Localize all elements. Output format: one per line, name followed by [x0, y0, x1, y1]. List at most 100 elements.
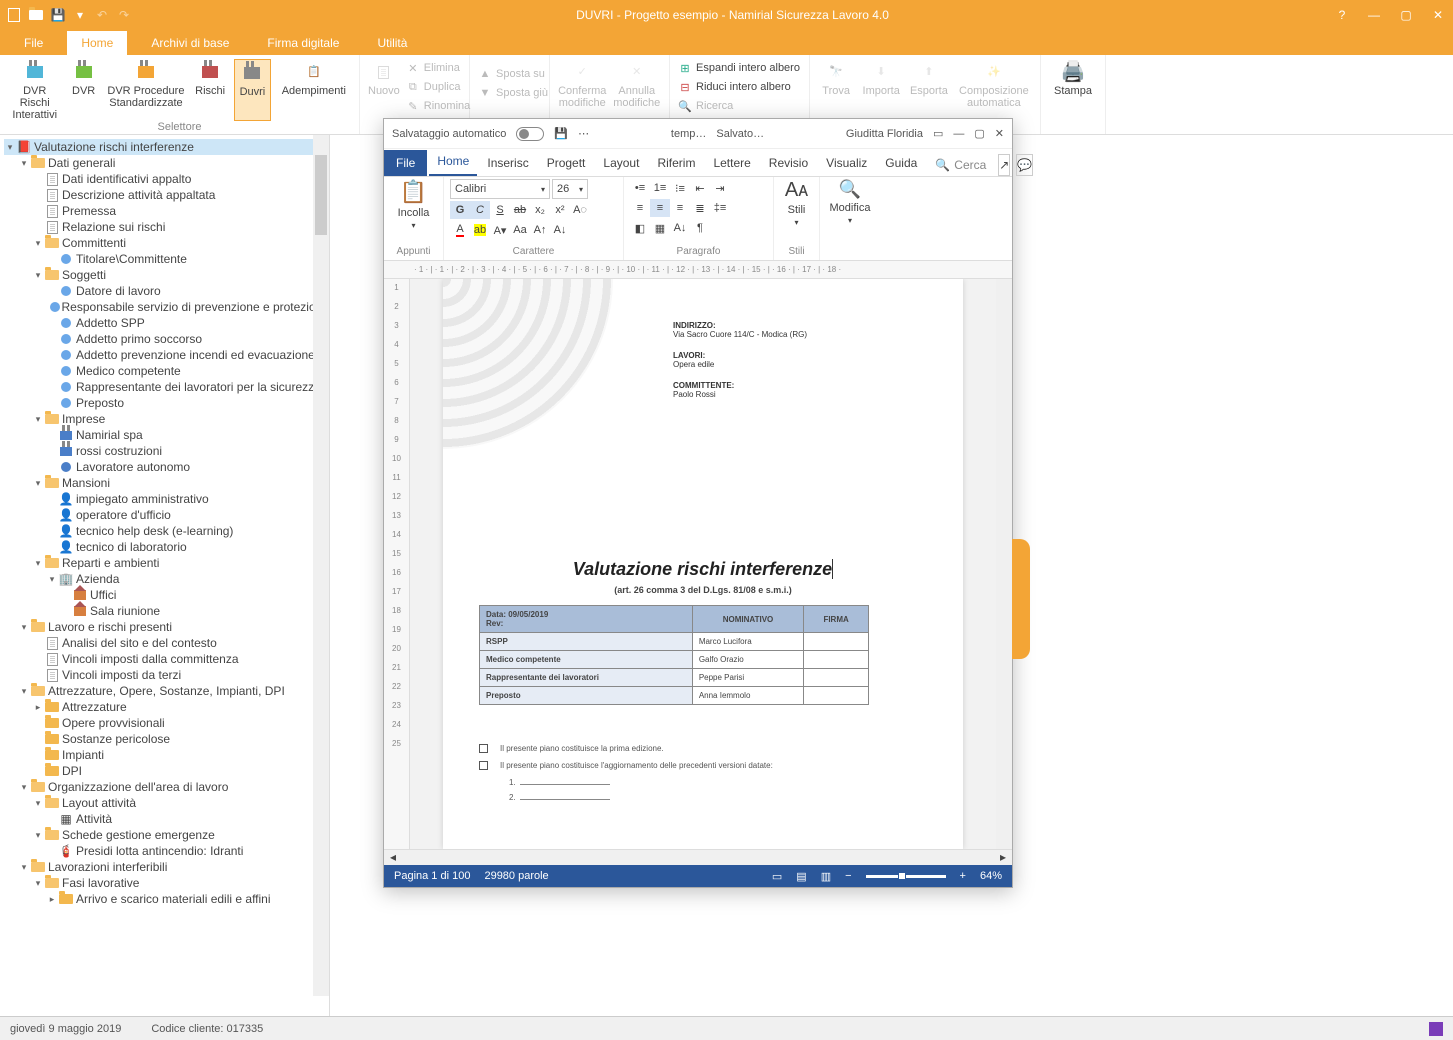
- tree-item[interactable]: Relazione sui rischi: [4, 219, 329, 235]
- show-marks-button[interactable]: ¶: [690, 219, 710, 237]
- bold-button[interactable]: G: [450, 201, 470, 219]
- wtab-file[interactable]: File: [384, 150, 427, 176]
- tree-item[interactable]: Responsabile servizio di prevenzione e p…: [4, 299, 329, 315]
- tree-item[interactable]: Descrizione attività appaltata: [4, 187, 329, 203]
- align-left-button[interactable]: ≡: [630, 199, 650, 217]
- word-save-icon[interactable]: 💾: [554, 127, 568, 140]
- tree-item[interactable]: Medico competente: [4, 363, 329, 379]
- tree-imprese[interactable]: ▾Imprese: [4, 411, 329, 427]
- wtab-home[interactable]: Home: [429, 148, 477, 176]
- italic-button[interactable]: C: [470, 201, 490, 219]
- tree-item[interactable]: ▸Arrivo e scarico materiali edili e affi…: [4, 891, 329, 907]
- btn-duvri[interactable]: Duvri: [234, 59, 270, 121]
- btn-dvr-rischi-int[interactable]: DVR Rischi Interattivi: [8, 59, 61, 121]
- highlight-button[interactable]: ab: [470, 221, 490, 239]
- tree-item[interactable]: 👤tecnico di laboratorio: [4, 539, 329, 555]
- print-layout-icon[interactable]: ▤: [796, 870, 806, 883]
- tab-firma[interactable]: Firma digitale: [253, 31, 353, 55]
- tree-mansioni[interactable]: ▾Mansioni: [4, 475, 329, 491]
- minimize-button[interactable]: —: [1365, 8, 1383, 22]
- superscript-button[interactable]: x²: [550, 201, 570, 219]
- tree-item[interactable]: Dati identificativi appalto: [4, 171, 329, 187]
- tree-item[interactable]: Datore di lavoro: [4, 283, 329, 299]
- save-icon[interactable]: 💾: [50, 7, 66, 23]
- zoom-level[interactable]: 64%: [980, 870, 1002, 882]
- tree-item[interactable]: Uffici: [4, 587, 329, 603]
- tree-lavoro[interactable]: ▾Lavoro e rischi presenti: [4, 619, 329, 635]
- word-count[interactable]: 29980 parole: [484, 870, 548, 882]
- align-right-button[interactable]: ≡: [670, 199, 690, 217]
- align-center-button[interactable]: ≡: [650, 199, 670, 217]
- page-indicator[interactable]: Pagina 1 di 100: [394, 870, 470, 882]
- tree-item[interactable]: 🧯Presidi lotta antincendio: Idranti: [4, 843, 329, 859]
- zoom-out[interactable]: −: [845, 870, 851, 882]
- borders-button[interactable]: ▦: [650, 219, 670, 237]
- comments-button[interactable]: 💬: [1016, 154, 1033, 176]
- tree-azienda[interactable]: ▾🏢Azienda: [4, 571, 329, 587]
- justify-button[interactable]: ≣: [690, 199, 710, 217]
- btn-riduci[interactable]: ⊟Riduci intero albero: [678, 78, 800, 96]
- tab-utilita[interactable]: Utilità: [363, 31, 421, 55]
- tab-file[interactable]: File: [10, 31, 57, 55]
- tree-reparti[interactable]: ▾Reparti e ambienti: [4, 555, 329, 571]
- read-mode-icon[interactable]: ▭: [772, 870, 782, 883]
- numbering-button[interactable]: 1≡: [650, 179, 670, 197]
- tree-item[interactable]: Rappresentante dei lavoratori per la sic…: [4, 379, 329, 395]
- tree-layout[interactable]: ▾Layout attività: [4, 795, 329, 811]
- tree-item[interactable]: Opere provvisionali: [4, 715, 329, 731]
- btn-adempimenti[interactable]: 📋Adempimenti: [277, 59, 351, 121]
- paste-icon[interactable]: 📋: [400, 179, 427, 205]
- wtab-riferim[interactable]: Riferim: [649, 150, 703, 176]
- indent-button[interactable]: ⇥: [710, 179, 730, 197]
- open-icon[interactable]: [28, 7, 44, 23]
- wtab-inserisci[interactable]: Inserisc: [479, 150, 536, 176]
- tab-home[interactable]: Home: [67, 31, 127, 55]
- zoom-slider[interactable]: [866, 875, 946, 878]
- font-family[interactable]: Calibri▾: [450, 179, 550, 199]
- word-close[interactable]: ✕: [995, 127, 1004, 140]
- tree-item[interactable]: 👤operatore d'ufficio: [4, 507, 329, 523]
- tree-item[interactable]: Addetto SPP: [4, 315, 329, 331]
- wtab-lettere[interactable]: Lettere: [705, 150, 758, 176]
- sort-button[interactable]: A↓: [670, 219, 690, 237]
- tree-item[interactable]: 👤tecnico help desk (e-learning): [4, 523, 329, 539]
- grow-font-button[interactable]: A↑: [530, 221, 550, 239]
- font-size[interactable]: 26▾: [552, 179, 588, 199]
- tree-item[interactable]: Vincoli imposti da terzi: [4, 667, 329, 683]
- vertical-ruler[interactable]: 1234567891011121314151617181920212223242…: [384, 279, 410, 849]
- clear-format-button[interactable]: A◌: [570, 201, 590, 219]
- btn-espandi[interactable]: ⊞Espandi intero albero: [678, 59, 800, 77]
- outdent-button[interactable]: ⇤: [690, 179, 710, 197]
- subscript-button[interactable]: x₂: [530, 201, 550, 219]
- tree-scrollbar[interactable]: [313, 135, 329, 996]
- wtab-visualiz[interactable]: Visualiz: [818, 150, 875, 176]
- tree-item[interactable]: ▸Attrezzature: [4, 699, 329, 715]
- btn-stampa[interactable]: 🖨️Stampa: [1049, 59, 1097, 132]
- qat-more-icon[interactable]: ⋯: [578, 127, 589, 140]
- tree-item[interactable]: Premessa: [4, 203, 329, 219]
- multilevel-button[interactable]: ⁝≡: [670, 179, 690, 197]
- btn-rischi[interactable]: Rischi: [192, 59, 228, 121]
- shading-button[interactable]: ◧: [630, 219, 650, 237]
- share-button[interactable]: ↗: [998, 154, 1010, 176]
- tree-item[interactable]: 👤impiegato amministrativo: [4, 491, 329, 507]
- tree-org[interactable]: ▾Organizzazione dell'area di lavoro: [4, 779, 329, 795]
- help-button[interactable]: ?: [1333, 8, 1351, 22]
- bullets-button[interactable]: •≡: [630, 179, 650, 197]
- tree-committenti[interactable]: ▾Committenti: [4, 235, 329, 251]
- qat-dropdown-icon[interactable]: ▾: [72, 7, 88, 23]
- tree-item[interactable]: Vincoli imposti dalla committenza: [4, 651, 329, 667]
- wtab-progett[interactable]: Progett: [539, 150, 594, 176]
- tree-item[interactable]: DPI: [4, 763, 329, 779]
- tree-lavint[interactable]: ▾Lavorazioni interferibili: [4, 859, 329, 875]
- word-search[interactable]: 🔍Cerca: [927, 154, 994, 176]
- wtab-guida[interactable]: Guida: [877, 150, 925, 176]
- tree-item[interactable]: Impianti: [4, 747, 329, 763]
- strike-button[interactable]: ab: [510, 201, 530, 219]
- tree-item[interactable]: Addetto primo soccorso: [4, 331, 329, 347]
- wtab-layout[interactable]: Layout: [595, 150, 647, 176]
- tree-soggetti[interactable]: ▾Soggetti: [4, 267, 329, 283]
- tree-attrezz[interactable]: ▾Attrezzature, Opere, Sostanze, Impianti…: [4, 683, 329, 699]
- horizontal-ruler[interactable]: · 1 · | · 1 · | · 2 · | · 3 · | · 4 · | …: [384, 261, 1012, 279]
- ribbon-options-icon[interactable]: ▭: [933, 127, 943, 140]
